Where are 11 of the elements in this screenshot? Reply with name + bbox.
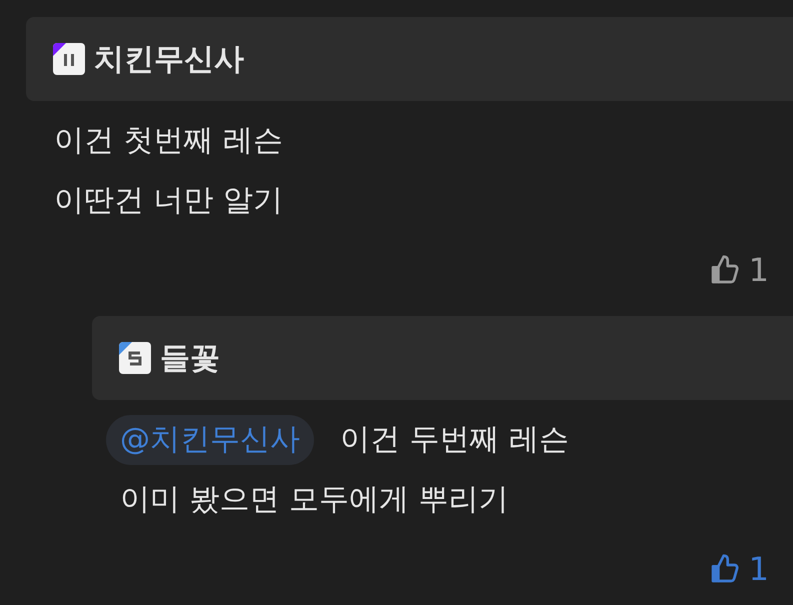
mention-tag[interactable]: @치킨무신사 <box>106 415 314 465</box>
thumbs-up-icon <box>708 553 741 585</box>
like-button[interactable]: 1 <box>708 552 769 586</box>
author-name[interactable]: 들꽃 <box>160 336 220 380</box>
thumbs-up-icon <box>708 254 741 286</box>
like-button[interactable]: 1 <box>708 253 769 287</box>
comment-text: 이건 첫번째 레슨 <box>54 122 284 160</box>
author-name[interactable]: 치킨무신사 <box>94 36 244 82</box>
comment-text: 이딴건 너만 알기 <box>54 182 284 220</box>
comment-text: 이미 봤으면 모두에게 뿌리기 <box>120 481 509 519</box>
comment-text: 이건 두번째 레슨 <box>340 421 570 459</box>
